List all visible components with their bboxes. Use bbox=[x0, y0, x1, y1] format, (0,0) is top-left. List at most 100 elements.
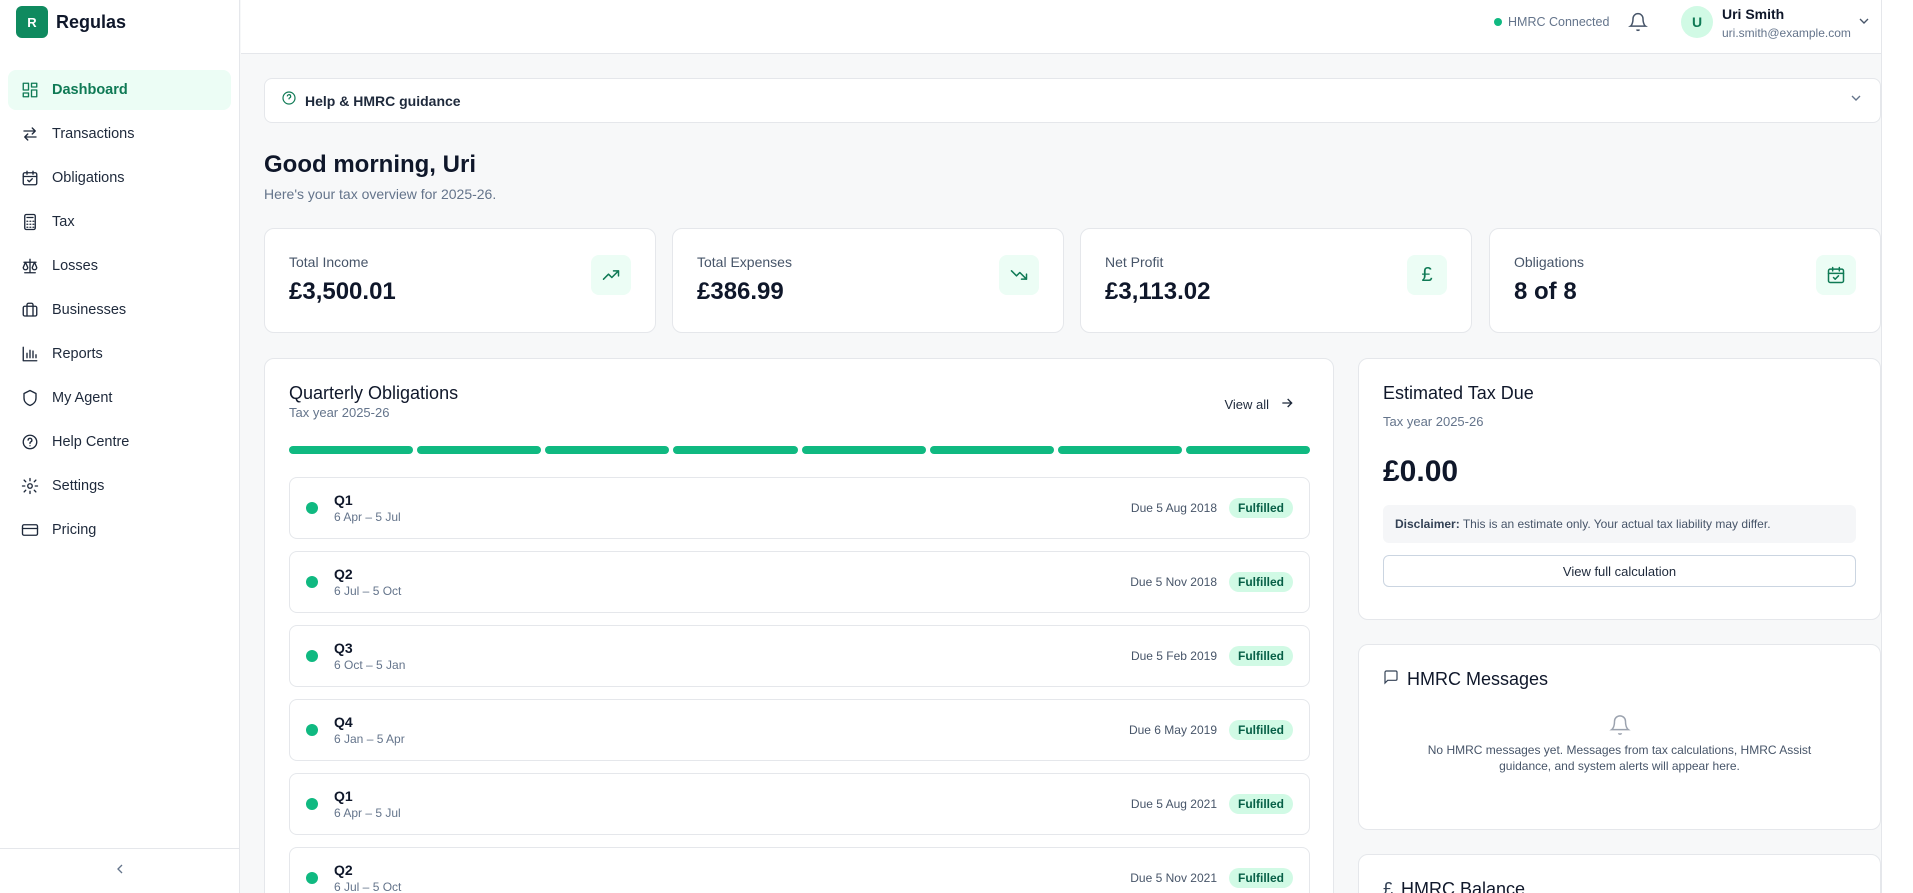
status-badge: Fulfilled bbox=[1229, 646, 1293, 666]
scrollbar-gutter[interactable] bbox=[1881, 0, 1913, 893]
avatar[interactable]: U bbox=[1681, 6, 1713, 38]
sidebar: R Regulas Dashboard Transactions Obligat… bbox=[0, 0, 240, 893]
sidebar-item-help-centre[interactable]: Help Centre bbox=[8, 422, 231, 462]
shield-icon bbox=[20, 388, 40, 408]
brand[interactable]: R Regulas bbox=[0, 0, 239, 44]
status-badge: Fulfilled bbox=[1229, 498, 1293, 518]
scale-icon bbox=[20, 256, 40, 276]
obligation-info: Q4 6 Jan – 5 Apr bbox=[334, 714, 405, 746]
obligation-row[interactable]: Q3 6 Oct – 5 Jan Due 5 Feb 2019 Fulfilled bbox=[289, 625, 1310, 687]
obligation-period: 6 Apr – 5 Jul bbox=[334, 510, 401, 524]
sidebar-item-businesses[interactable]: Businesses bbox=[8, 290, 231, 330]
sidebar-item-label: Losses bbox=[52, 258, 98, 274]
sidebar-item-settings[interactable]: Settings bbox=[8, 466, 231, 506]
view-all-link[interactable]: View all bbox=[1224, 395, 1295, 414]
sidebar-item-label: Transactions bbox=[52, 126, 135, 142]
card-title: Estimated Tax Due bbox=[1383, 383, 1534, 403]
user-email: uri.smith@example.com bbox=[1722, 26, 1851, 40]
sidebar-item-my-agent[interactable]: My Agent bbox=[8, 378, 231, 418]
user-name[interactable]: Uri Smith bbox=[1722, 6, 1784, 22]
obligation-info: Q1 6 Apr – 5 Jul bbox=[334, 788, 401, 820]
stat-value: £3,113.02 bbox=[1105, 278, 1211, 305]
obligation-row[interactable]: Q1 6 Apr – 5 Jul Due 5 Aug 2018 Fulfilled bbox=[289, 477, 1310, 539]
card-subtitle: Tax year 2025-26 bbox=[1383, 414, 1484, 429]
sidebar-item-losses[interactable]: Losses bbox=[8, 246, 231, 286]
sidebar-nav: Dashboard Transactions Obligations Tax L… bbox=[0, 70, 239, 550]
status-dot-icon bbox=[306, 872, 318, 884]
stat-label: Total Expenses bbox=[697, 254, 792, 270]
obligation-quarter: Q2 bbox=[334, 566, 353, 582]
disclaimer-box: Disclaimer: This is an estimate only. Yo… bbox=[1383, 505, 1856, 543]
sidebar-item-tax[interactable]: Tax bbox=[8, 202, 231, 242]
sidebar-item-label: Dashboard bbox=[52, 82, 128, 98]
bar-chart-icon bbox=[20, 344, 40, 364]
obligation-quarter: Q2 bbox=[334, 862, 353, 878]
hmrc-connection-status: HMRC Connected bbox=[1494, 15, 1609, 29]
card-subtitle: Tax year 2025-26 bbox=[289, 405, 390, 420]
progress-segment bbox=[929, 446, 1054, 454]
obligation-period: 6 Jul – 5 Oct bbox=[334, 584, 402, 598]
card-header: £ HMRC Balance bbox=[1383, 879, 1856, 893]
sidebar-item-transactions[interactable]: Transactions bbox=[8, 114, 231, 154]
obligation-row[interactable]: Q4 6 Jan – 5 Apr Due 6 May 2019 Fulfilled bbox=[289, 699, 1310, 761]
stat-card-net-profit: Net Profit £3,113.02 £ bbox=[1080, 228, 1472, 333]
obligation-due-date: Due 5 Aug 2021 bbox=[1130, 797, 1217, 811]
obligation-period: 6 Oct – 5 Jan bbox=[334, 658, 406, 672]
sidebar-item-label: Pricing bbox=[52, 522, 97, 538]
stat-card-total-expenses: Total Expenses £386.99 bbox=[672, 228, 1064, 333]
page-title: Good morning, Uri bbox=[264, 151, 476, 178]
calendar-check-icon bbox=[1816, 255, 1856, 295]
sidebar-item-obligations[interactable]: Obligations bbox=[8, 158, 231, 198]
sidebar-collapse-button[interactable] bbox=[0, 848, 239, 893]
progress-segment bbox=[1185, 446, 1310, 454]
page-subtitle: Here's your tax overview for 2025-26. bbox=[264, 186, 497, 202]
status-badge: Fulfilled bbox=[1229, 720, 1293, 740]
view-full-calculation-button[interactable]: View full calculation bbox=[1383, 555, 1856, 587]
quarterly-obligations-card: Quarterly Obligations Tax year 2025-26 V… bbox=[264, 358, 1334, 893]
status-dot-icon bbox=[306, 724, 318, 736]
progress-segment bbox=[801, 446, 926, 454]
card-title: Quarterly Obligations bbox=[289, 383, 459, 403]
sidebar-item-reports[interactable]: Reports bbox=[8, 334, 231, 374]
obligation-info: Q2 6 Jul – 5 Oct bbox=[334, 862, 401, 893]
obligation-quarter: Q1 bbox=[334, 492, 353, 508]
calendar-check-icon bbox=[20, 168, 40, 188]
obligation-info: Q3 6 Oct – 5 Jan bbox=[334, 640, 405, 672]
empty-state-text: No HMRC messages yet. Messages from tax … bbox=[1427, 743, 1812, 773]
top-header: HMRC Connected U Uri Smith uri.smith@exa… bbox=[241, 0, 1913, 54]
obligation-quarter: Q4 bbox=[334, 714, 353, 730]
arrows-swap-icon bbox=[20, 124, 40, 144]
pound-icon: £ bbox=[1407, 255, 1447, 295]
obligation-quarter: Q1 bbox=[334, 788, 353, 804]
chevron-down-icon bbox=[1848, 90, 1864, 111]
obligation-period: 6 Jul – 5 Oct bbox=[334, 880, 402, 893]
stat-label: Net Profit bbox=[1105, 254, 1164, 270]
progress-segment bbox=[1057, 446, 1182, 454]
sidebar-item-label: Obligations bbox=[52, 170, 125, 186]
calculator-icon bbox=[20, 212, 40, 232]
notifications-button[interactable] bbox=[1628, 12, 1648, 32]
obligations-list: Q1 6 Apr – 5 Jul Due 5 Aug 2018 Fulfilled Q2… bbox=[289, 477, 1310, 893]
obligation-row[interactable]: Q1 6 Apr – 5 Jul Due 5 Aug 2021 Fulfilled bbox=[289, 773, 1310, 835]
stat-label: Total Income bbox=[289, 254, 369, 270]
status-dot-icon bbox=[306, 502, 318, 514]
status-badge: Fulfilled bbox=[1229, 794, 1293, 814]
user-menu-toggle[interactable] bbox=[1856, 13, 1872, 34]
obligation-due-date: Due 5 Nov 2018 bbox=[1130, 575, 1217, 589]
sidebar-item-pricing[interactable]: Pricing bbox=[8, 510, 231, 550]
status-dot-icon bbox=[306, 798, 318, 810]
bell-icon bbox=[1628, 12, 1648, 36]
stat-value: £386.99 bbox=[697, 278, 784, 305]
sidebar-item-label: Businesses bbox=[52, 302, 127, 318]
sidebar-item-dashboard[interactable]: Dashboard bbox=[8, 70, 231, 110]
obligation-row[interactable]: Q2 6 Jul – 5 Oct Due 5 Nov 2021 Fulfilled bbox=[289, 847, 1310, 893]
help-guidance-accordion[interactable]: Help & HMRC guidance bbox=[264, 78, 1881, 123]
obligation-row[interactable]: Q2 6 Jul – 5 Oct Due 5 Nov 2018 Fulfilled bbox=[289, 551, 1310, 613]
tax-amount: £0.00 bbox=[1383, 455, 1459, 488]
obligation-due-date: Due 6 May 2019 bbox=[1128, 723, 1217, 737]
pound-icon: £ bbox=[1383, 879, 1394, 893]
brand-logo: R bbox=[16, 6, 48, 38]
arrow-right-icon bbox=[1269, 395, 1295, 414]
stat-card-obligations: Obligations 8 of 8 bbox=[1489, 228, 1881, 333]
obligation-quarter: Q3 bbox=[334, 640, 353, 656]
